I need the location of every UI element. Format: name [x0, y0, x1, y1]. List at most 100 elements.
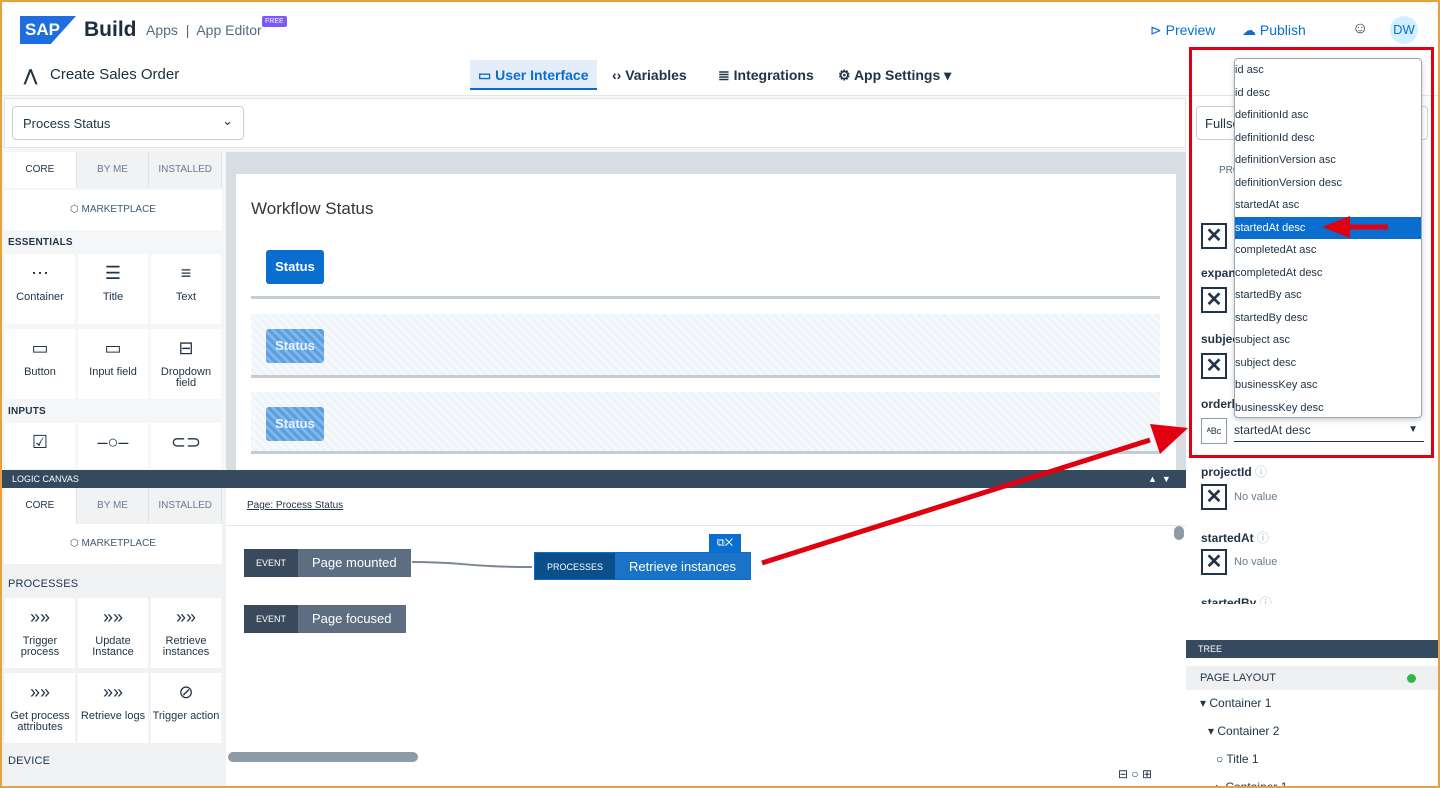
chevrons-icon: »»: [29, 682, 51, 702]
component-dropdown-field[interactable]: ⊟ Dropdown field: [151, 329, 221, 399]
event-node-page-mounted[interactable]: EVENT Page mounted: [244, 549, 411, 577]
status-button[interactable]: Status: [266, 329, 324, 363]
tab-core[interactable]: CORE: [4, 152, 77, 188]
publish-button[interactable]: ☁ Publish: [1242, 22, 1306, 39]
zoom-reset-icon[interactable]: ○: [1131, 767, 1138, 781]
status-row[interactable]: Status: [251, 314, 1160, 378]
dropdown-option[interactable]: businessKey desc: [1235, 397, 1421, 420]
zoom-out-icon[interactable]: ⊟: [1118, 767, 1128, 781]
help-icon[interactable]: ☺: [1352, 20, 1368, 38]
clear-binding-icon[interactable]: ✕: [1201, 353, 1227, 379]
marketplace-link[interactable]: ⬡ MARKETPLACE: [4, 524, 222, 564]
tab-installed[interactable]: INSTALLED: [149, 152, 223, 188]
tab-user-interface[interactable]: ▭ User Interface: [470, 60, 597, 90]
dropdown-option[interactable]: definitionVersion asc: [1235, 149, 1421, 172]
clear-binding-icon[interactable]: ✕: [1201, 549, 1227, 575]
flow-retrieve-instances[interactable]: »» Retrieve instances: [151, 598, 221, 668]
caret-right-icon[interactable]: ▸: [1216, 780, 1222, 788]
dropdown-option[interactable]: completedAt asc: [1235, 239, 1421, 262]
dropdown-option[interactable]: startedAt asc: [1235, 194, 1421, 217]
dropdown-option[interactable]: businessKey asc: [1235, 374, 1421, 397]
dropdown-field-icon: ⊟: [178, 338, 194, 358]
dropdown-option[interactable]: startedBy desc: [1235, 307, 1421, 330]
tab-core[interactable]: CORE: [4, 488, 77, 524]
product-name: Build: [84, 18, 137, 41]
info-icon[interactable]: ⓘ: [1260, 596, 1272, 604]
tree-item[interactable]: ▾ Container 2: [1208, 724, 1279, 738]
horizontal-scrollbar[interactable]: [228, 752, 418, 762]
dropdown-option[interactable]: definitionId asc: [1235, 104, 1421, 127]
tree-item[interactable]: ○ Title 1: [1216, 752, 1259, 766]
flow-retrieve-logs[interactable]: »» Retrieve logs: [78, 673, 148, 743]
no-value-text: No value: [1234, 491, 1278, 503]
page-select[interactable]: Process Status ⌄: [12, 106, 244, 140]
component-input-field[interactable]: ▭ Input field: [78, 329, 148, 399]
clear-binding-icon[interactable]: ✕: [1201, 484, 1227, 510]
status-button[interactable]: Status: [266, 407, 324, 441]
orderby-dropdown[interactable]: id asc id desc definitionId asc definiti…: [1234, 58, 1422, 418]
collapse-icons[interactable]: ▲ ▼: [1148, 470, 1171, 488]
tab-by-me[interactable]: BY ME: [76, 152, 150, 188]
free-badge: FREE: [262, 16, 287, 27]
tree-item[interactable]: ▾ Container 1: [1200, 696, 1271, 710]
clear-binding-icon[interactable]: ✕: [1201, 287, 1227, 313]
status-button[interactable]: Status: [266, 250, 324, 284]
tab-app-settings[interactable]: ⚙ App Settings ▾: [830, 60, 959, 90]
info-icon[interactable]: ⓘ: [1255, 465, 1267, 479]
chevrons-icon: »»: [102, 607, 124, 627]
process-node-retrieve-instances[interactable]: PROCESSES Retrieve instances: [534, 552, 751, 580]
workflow-title[interactable]: Workflow Status: [251, 199, 374, 219]
dropdown-option[interactable]: startedBy asc: [1235, 284, 1421, 307]
dropdown-option[interactable]: subject desc: [1235, 352, 1421, 375]
status-row[interactable]: Status: [251, 392, 1160, 454]
node-toolbar[interactable]: ⧉✕: [709, 534, 741, 552]
orderby-select[interactable]: startedAt desc ▼: [1234, 418, 1424, 442]
chevrons-icon: »»: [102, 682, 124, 702]
breadcrumb[interactable]: Apps | App Editor: [146, 22, 262, 38]
component-slider[interactable]: –○–: [78, 423, 148, 469]
component-stepper[interactable]: ⊂⊃: [151, 423, 221, 469]
text-type-icon[interactable]: ᴬBc: [1201, 418, 1227, 444]
dropdown-option[interactable]: definitionId desc: [1235, 127, 1421, 150]
event-node-page-focused[interactable]: EVENT Page focused: [244, 605, 406, 633]
dropdown-option[interactable]: completedAt desc: [1235, 262, 1421, 285]
component-title[interactable]: ☰ Title: [78, 254, 148, 324]
close-icon[interactable]: ✕: [725, 537, 733, 549]
clear-binding-icon[interactable]: ✕: [1201, 223, 1227, 249]
page-layout-row[interactable]: PAGE LAYOUT: [1186, 666, 1440, 690]
flow-trigger-action[interactable]: ⊘ Trigger action: [151, 673, 221, 743]
info-icon[interactable]: ⓘ: [1257, 531, 1269, 545]
marketplace-link[interactable]: ⬡ MARKETPLACE: [4, 190, 222, 230]
caret-down-icon[interactable]: ▾: [1208, 724, 1214, 738]
flow-update-instance[interactable]: »» Update Instance: [78, 598, 148, 668]
tab-installed[interactable]: INSTALLED: [149, 488, 223, 524]
flow-trigger-process[interactable]: »» Trigger process: [5, 598, 75, 668]
tab-variables[interactable]: ‹› Variables: [604, 60, 695, 90]
dropdown-option[interactable]: id desc: [1235, 82, 1421, 105]
app-icon: ⋀: [24, 68, 38, 85]
tab-by-me[interactable]: BY ME: [76, 488, 150, 524]
tree-item[interactable]: ▸ Container 1: [1216, 780, 1287, 788]
prop-label-startedby: startedBy ⓘ: [1201, 594, 1272, 604]
copy-icon[interactable]: ⧉: [717, 537, 725, 549]
dropdown-option[interactable]: subject asc: [1235, 329, 1421, 352]
component-button[interactable]: ▭ Button: [5, 329, 75, 399]
component-text[interactable]: ≡ Text: [151, 254, 221, 324]
preview-button[interactable]: ⊳ Preview: [1150, 22, 1215, 39]
checkbox-icon: ☑: [31, 432, 49, 452]
dropdown-option[interactable]: definitionVersion desc: [1235, 172, 1421, 195]
dropdown-option-selected[interactable]: startedAt desc: [1235, 216, 1421, 239]
component-container[interactable]: ⋯ Container: [5, 254, 75, 324]
dropdown-option[interactable]: id asc: [1235, 59, 1421, 82]
avatar[interactable]: DW: [1390, 16, 1418, 44]
status-row[interactable]: Status: [251, 235, 1160, 299]
component-checkbox[interactable]: ☑: [5, 423, 75, 469]
caret-down-icon[interactable]: ▾: [1200, 696, 1206, 710]
vertical-scrollbar[interactable]: [1174, 526, 1184, 540]
tab-integrations[interactable]: ≣ Integrations: [710, 60, 822, 90]
database-icon: ≣: [718, 67, 730, 83]
logic-wires: [411, 561, 533, 568]
zoom-in-icon[interactable]: ⊞: [1142, 767, 1152, 781]
flow-get-process-attributes[interactable]: »» Get process attributes: [5, 673, 75, 743]
zoom-controls[interactable]: ⊟ ○ ⊞: [1118, 767, 1152, 781]
